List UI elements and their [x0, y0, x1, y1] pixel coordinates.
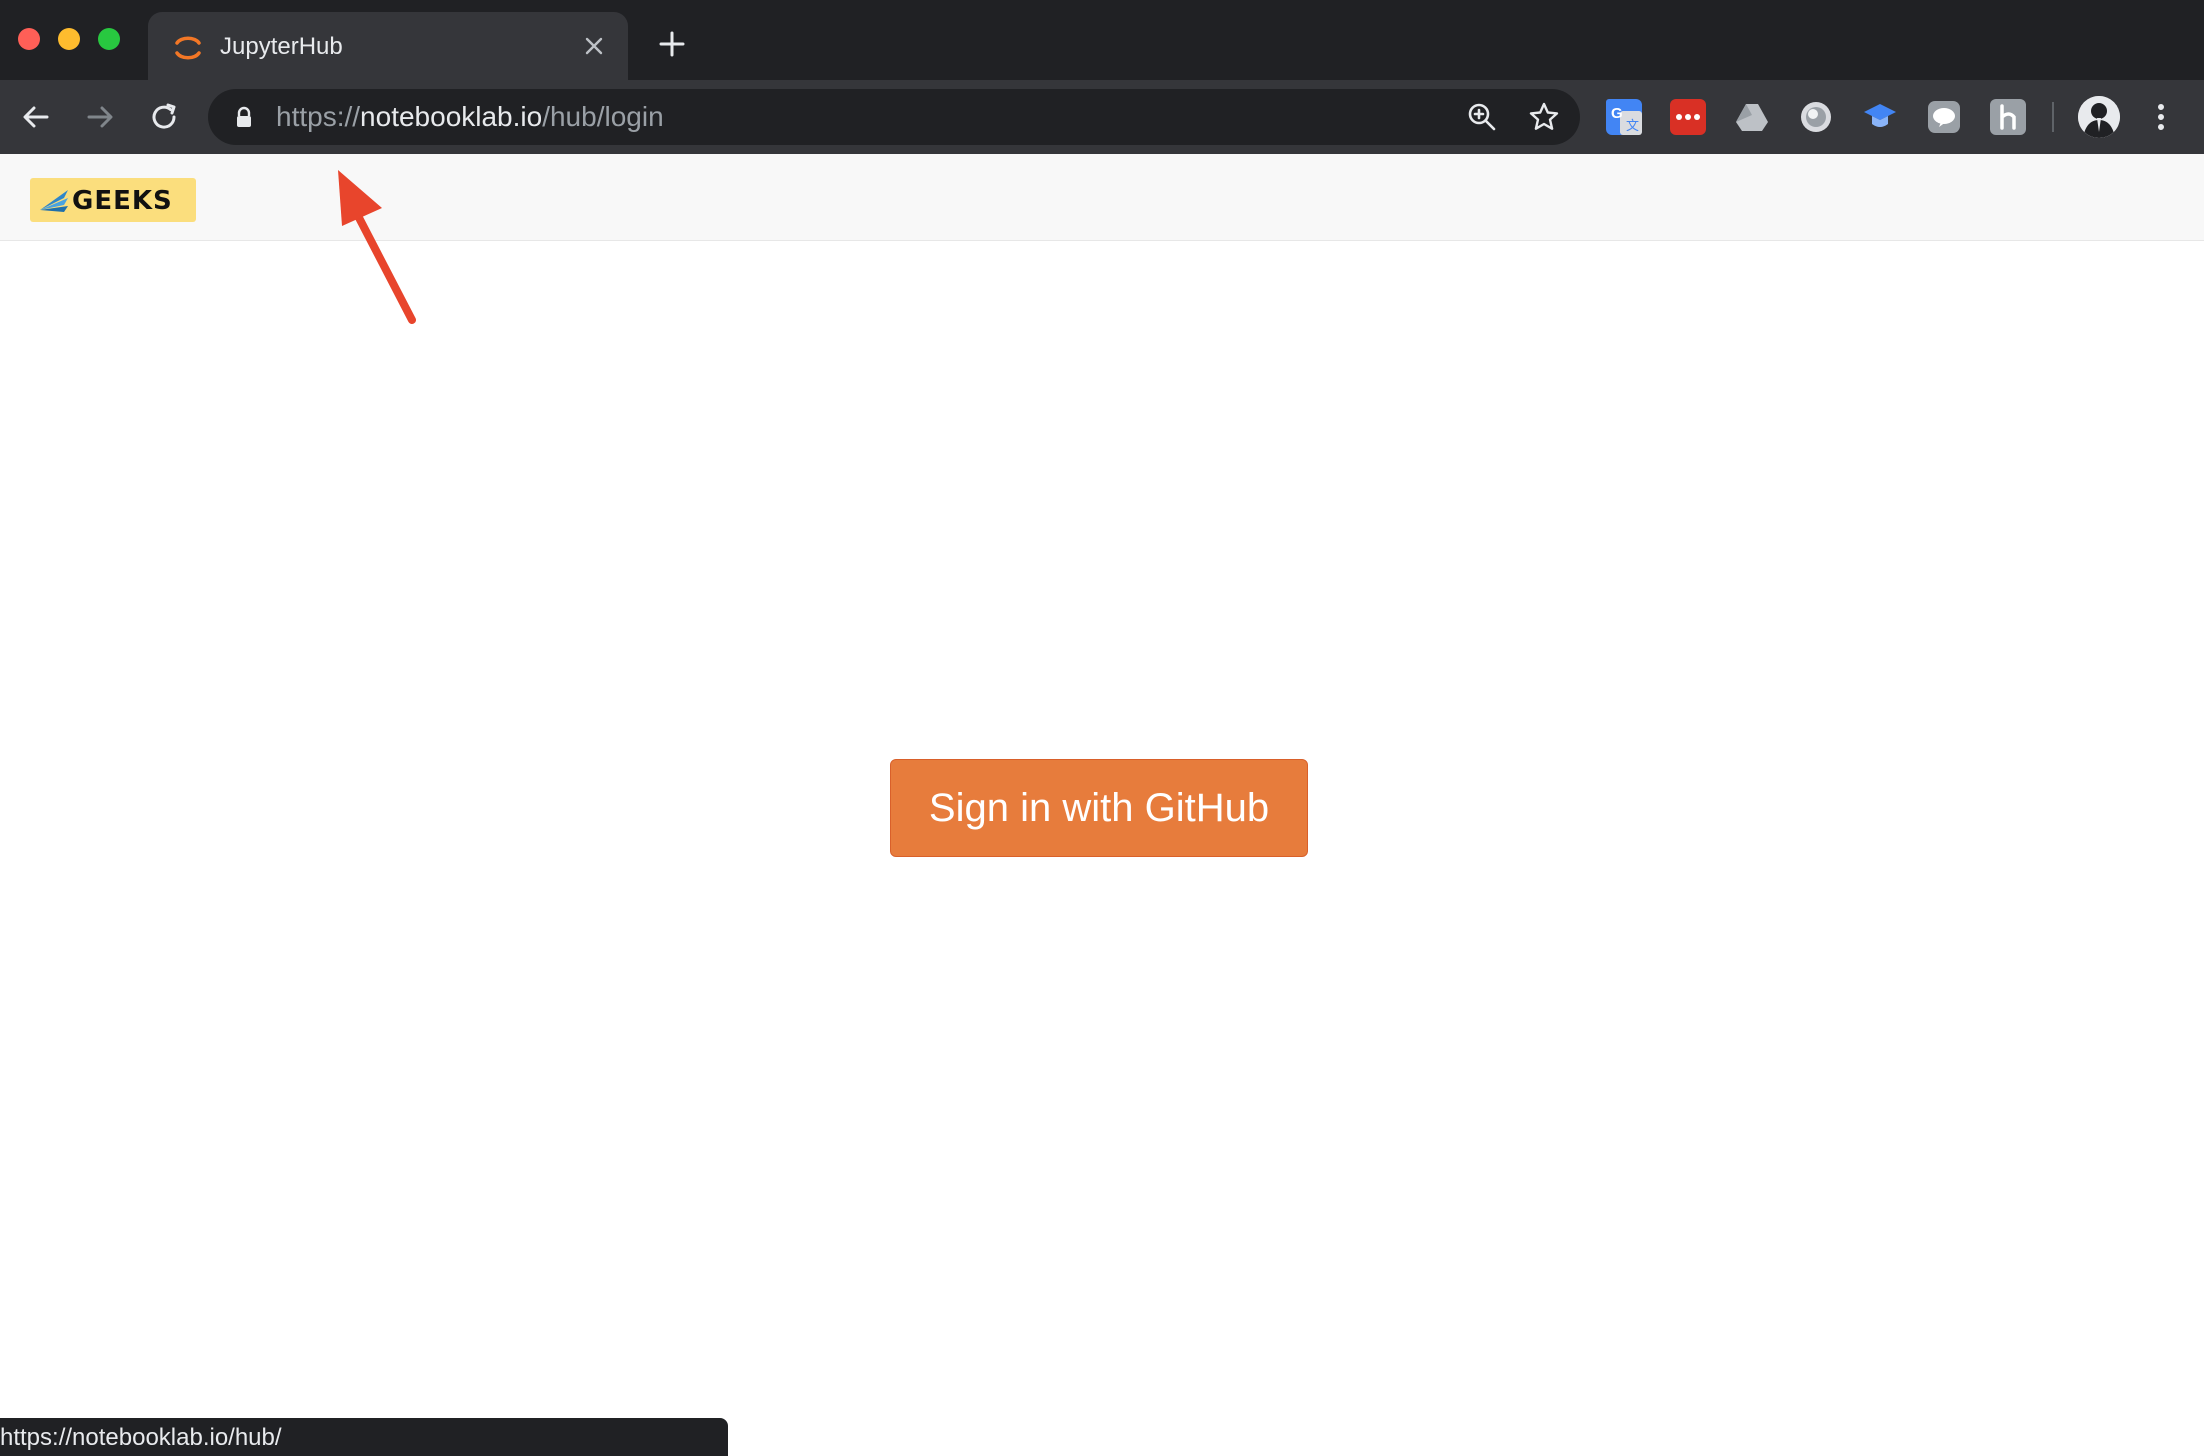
avatar-icon	[2078, 96, 2120, 138]
svg-text:文: 文	[1626, 118, 1639, 133]
zoom-icon[interactable]	[1466, 101, 1498, 133]
arrow-left-icon	[23, 106, 49, 128]
logo-text: GEEKS	[72, 186, 173, 216]
new-tab-button[interactable]	[654, 26, 690, 62]
browser-tab-strip: JupyterHub	[0, 0, 2204, 80]
circle-icon[interactable]	[1798, 99, 1834, 135]
bookmark-star-icon[interactable]	[1528, 101, 1560, 133]
forward-button[interactable]	[80, 97, 120, 137]
svg-text:G: G	[1611, 105, 1623, 122]
annotation-arrow	[338, 170, 416, 324]
close-icon	[585, 37, 603, 55]
url-path: /hub/login	[542, 101, 664, 132]
window-close-button[interactable]	[18, 28, 40, 50]
url-host: notebooklab.io	[360, 101, 543, 132]
jupyter-icon	[175, 36, 201, 60]
back-button[interactable]	[16, 97, 56, 137]
circle-glyph-icon	[1801, 102, 1831, 132]
profile-avatar[interactable]	[2078, 96, 2120, 138]
hatena-icon[interactable]	[1990, 99, 2026, 135]
google-translate-icon[interactable]: G 文	[1606, 99, 1642, 135]
reload-icon	[152, 103, 176, 129]
reload-button[interactable]	[144, 97, 184, 137]
status-url: https://notebooklab.io/hub/	[0, 1424, 282, 1451]
tab-title: JupyterHub	[220, 33, 343, 60]
browser-menu-button[interactable]	[2146, 99, 2176, 135]
window-maximize-button[interactable]	[98, 28, 120, 50]
tab-close-button[interactable]	[580, 32, 608, 60]
status-bubble: https://notebooklab.io/hub/	[0, 1418, 728, 1456]
plus-icon	[659, 31, 685, 57]
arrow-right-icon	[87, 106, 113, 128]
h-glyph-icon	[2000, 104, 2016, 130]
address-bar[interactable]: https://notebooklab.io/hub/login	[208, 89, 1580, 145]
drive-glyph-icon	[1736, 104, 1768, 131]
line-chat-icon[interactable]	[1926, 99, 1962, 135]
translate-glyph-icon: G 文	[1606, 99, 1642, 135]
graduation-cap-icon[interactable]	[1862, 99, 1898, 135]
pocket-icon[interactable]	[1670, 99, 1706, 135]
google-drive-icon[interactable]	[1734, 99, 1770, 135]
dots-glyph-icon	[1676, 114, 1700, 120]
site-logo[interactable]: GEEKS	[30, 178, 196, 222]
cap-glyph-icon	[1864, 104, 1896, 127]
chat-bubble-icon	[1928, 101, 1960, 133]
logo-wings-icon	[40, 190, 68, 212]
url-scheme: https://	[276, 101, 361, 132]
browser-toolbar: https://notebooklab.io/hub/login G 文	[0, 80, 2204, 154]
lock-icon	[237, 106, 251, 127]
toolbar-divider	[2052, 102, 2054, 132]
kebab-menu-icon	[2158, 104, 2164, 130]
sign-in-with-github-button[interactable]: Sign in with GitHub	[890, 759, 1308, 857]
window-minimize-button[interactable]	[58, 28, 80, 50]
address-url: https://notebooklab.io/hub/login	[276, 101, 664, 133]
browser-tab[interactable]: JupyterHub	[148, 12, 628, 80]
